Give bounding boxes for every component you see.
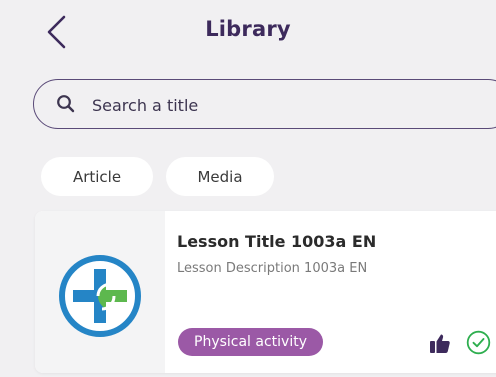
thumbs-up-icon[interactable] — [429, 332, 451, 354]
filter-chip-media[interactable]: Media — [166, 157, 274, 196]
page-title: Library — [205, 17, 291, 41]
category-tag: Physical activity — [178, 328, 324, 356]
lesson-title: Lesson Title 1003a EN — [177, 232, 377, 251]
search-input[interactable] — [90, 92, 474, 118]
lesson-description: Lesson Description 1003a EN — [177, 261, 368, 276]
filter-chip-article[interactable]: Article — [41, 157, 153, 196]
check-circle-icon — [466, 330, 491, 355]
lesson-thumbnail — [35, 211, 165, 373]
app-header: Library — [0, 0, 496, 68]
health-cross-logo-icon — [59, 255, 141, 337]
search-icon — [57, 95, 75, 113]
lesson-card[interactable]: Lesson Title 1003a EN Lesson Description… — [35, 211, 496, 373]
search-bar[interactable] — [33, 79, 496, 129]
